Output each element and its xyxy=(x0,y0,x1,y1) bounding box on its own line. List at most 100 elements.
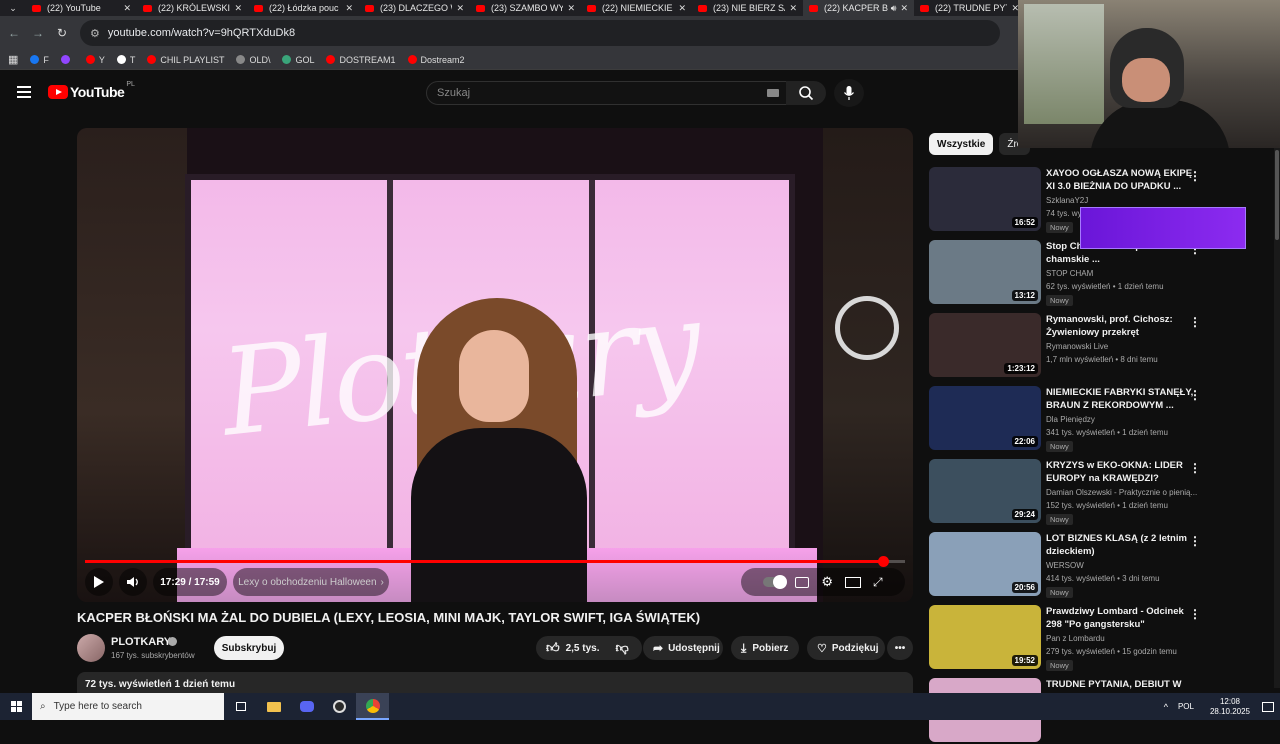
bookmark-item[interactable]: GOL xyxy=(282,55,314,65)
browser-tab[interactable]: (23) NIE BIERZ SA ✕ xyxy=(692,0,803,16)
progress-scrubber[interactable] xyxy=(877,556,889,567)
search-button[interactable] xyxy=(786,81,826,105)
theater-mode-icon[interactable] xyxy=(845,576,862,588)
download-button[interactable]: ⤓ Pobierz xyxy=(731,636,799,660)
browser-tab[interactable]: (22) KRÓLEWSKIE ✕ xyxy=(137,0,248,16)
like-icon[interactable]: 👍︎ xyxy=(546,640,560,656)
taskbar-search[interactable]: ⌕ Type here to search xyxy=(32,693,224,720)
recommended-title[interactable]: KRYZYS w EKO-OKNA: LIDER EUROPY na KRAWĘ… xyxy=(1046,459,1194,485)
more-vertical-icon[interactable]: ⋮ xyxy=(1189,388,1201,402)
recommended-channel[interactable]: WERSOW xyxy=(1046,561,1084,570)
more-actions-button[interactable]: ••• xyxy=(887,636,913,660)
more-vertical-icon[interactable]: ⋮ xyxy=(1189,461,1201,475)
close-tab-icon[interactable]: ✕ xyxy=(345,3,353,14)
address-bar[interactable]: ⚙ youtube.com/watch?v=9hQRTXduDk8 xyxy=(80,20,1000,46)
video-thumbnail[interactable]: 1:23:12 xyxy=(929,313,1041,377)
close-tab-icon[interactable]: ✕ xyxy=(789,3,797,14)
file-explorer-icon[interactable] xyxy=(257,693,290,720)
subtitles-icon[interactable] xyxy=(795,576,810,588)
recommended-title[interactable]: NIEMIECKIE FABRYKI STANĘŁY, BRAUN Z REKO… xyxy=(1046,386,1194,412)
recommended-video[interactable]: 19:52 Prawdziwy Lombard - Odcinek 298 "Po… xyxy=(929,605,1274,671)
close-tab-icon[interactable]: ✕ xyxy=(678,3,686,14)
more-vertical-icon[interactable]: ⋮ xyxy=(1189,607,1201,621)
video-thumbnail[interactable]: 20:56 xyxy=(929,532,1041,596)
subscribe-button[interactable]: Subskrybuj xyxy=(214,636,284,660)
browser-tab[interactable]: (22) TRUDNE PYTA✕ xyxy=(914,0,1025,16)
bookmark-item[interactable]: DOSTREAM1 xyxy=(326,55,396,65)
back-icon[interactable]: ← xyxy=(2,26,26,40)
recommended-channel[interactable]: Damian Olszewski - Praktycznie o pienią.… xyxy=(1046,488,1197,497)
close-tab-icon[interactable]: ✕ xyxy=(234,3,242,14)
bookmark-item[interactable]: OLD\ xyxy=(236,55,270,65)
search-input[interactable]: Szukaj xyxy=(426,81,790,105)
browser-tab[interactable]: (22) NIEMIECKIE F ✕ xyxy=(581,0,692,16)
chapter-button[interactable]: Lexy o obchodzeniu Halloween › xyxy=(233,568,389,596)
browser-tab[interactable]: (22) KACPER B 🔊︎ ✕ xyxy=(803,0,914,16)
thanks-button[interactable]: ♡ Podziękuj xyxy=(807,636,885,660)
recommended-channel[interactable]: Dla Pieniędzy xyxy=(1046,415,1095,424)
scrollbar-thumb[interactable] xyxy=(1275,150,1279,240)
fullscreen-icon[interactable]: ⤢ xyxy=(873,575,883,590)
site-info-icon[interactable]: ⚙ xyxy=(90,27,100,40)
close-tab-icon[interactable]: ✕ xyxy=(456,3,464,14)
recommended-video[interactable]: 29:24 KRYZYS w EKO-OKNA: LIDER EUROPY na … xyxy=(929,459,1274,525)
chip-all[interactable]: Wszystkie xyxy=(929,133,994,155)
tray-chevron-icon[interactable]: ^ xyxy=(1164,702,1168,712)
bookmark-item[interactable]: Y xyxy=(85,55,105,65)
recommended-video[interactable]: 1:23:12 Rymanowski, prof. Cichosz: Żywien… xyxy=(929,313,1274,379)
browser-tab[interactable]: (23) DLACZEGO W ✕ xyxy=(359,0,470,16)
share-button[interactable]: ➦ Udostępnij xyxy=(643,636,723,660)
autoplay-toggle[interactable] xyxy=(763,575,788,589)
browser-tab[interactable]: (23) SZAMBO WY ✕ xyxy=(470,0,581,16)
progress-bar[interactable] xyxy=(85,556,905,567)
play-button[interactable] xyxy=(85,568,113,596)
start-button[interactable] xyxy=(0,693,32,720)
channel-name[interactable]: PLOTKARY xyxy=(111,636,171,648)
bookmark-item[interactable] xyxy=(60,55,74,64)
video-thumbnail[interactable]: 22:06 xyxy=(929,386,1041,450)
chrome-icon[interactable] xyxy=(356,693,389,720)
recommended-title[interactable]: LOT BIZNES KLASĄ (z 2 letnim dzieckiem) xyxy=(1046,532,1194,558)
task-view-icon[interactable] xyxy=(224,693,257,720)
reload-icon[interactable]: ↻ xyxy=(50,26,74,40)
apps-icon[interactable]: ▦ xyxy=(8,53,18,66)
recommended-channel[interactable]: STOP CHAM xyxy=(1046,269,1093,278)
like-count[interactable]: 2,5 tys. xyxy=(566,643,600,654)
video-thumbnail[interactable]: 19:52 xyxy=(929,605,1041,669)
keyboard-icon[interactable] xyxy=(767,89,779,97)
clock[interactable]: 12:08 28.10.2025 xyxy=(1210,697,1250,717)
close-tab-icon[interactable]: ✕ xyxy=(900,3,908,14)
notifications-icon[interactable] xyxy=(1262,701,1274,712)
dislike-icon[interactable]: 👎︎ xyxy=(616,640,629,656)
more-vertical-icon[interactable]: ⋮ xyxy=(1189,315,1201,329)
language-indicator[interactable]: POL xyxy=(1178,702,1194,711)
channel-avatar[interactable] xyxy=(77,634,105,662)
recommended-title[interactable]: XAYOO OGŁASZA NOWĄ EKIPĘ XI 3.0 BIEŻNIA … xyxy=(1046,167,1194,193)
audio-icon[interactable]: 🔊︎ xyxy=(891,3,897,14)
settings-icon[interactable]: ⚙ xyxy=(821,574,833,590)
video-thumbnail[interactable]: 13:12 xyxy=(929,240,1041,304)
recommended-channel[interactable]: SzklanaY2J xyxy=(1046,196,1088,205)
obs-icon[interactable] xyxy=(323,693,356,720)
video-player[interactable]: Plotkary 17:29 / 17:59 Lexy o obchodzeni… xyxy=(77,128,913,602)
tab-search-icon[interactable]: ⌄ xyxy=(0,0,26,16)
volume-button[interactable] xyxy=(119,568,147,596)
video-thumbnail[interactable]: 29:24 xyxy=(929,459,1041,523)
browser-tab[interactable]: (22) YouTube ✕ xyxy=(26,0,137,16)
close-tab-icon[interactable]: ✕ xyxy=(567,3,575,14)
recommended-video[interactable]: 13:12Stop Cham - Niebezpieczne i chamski… xyxy=(929,240,1274,306)
recommended-video[interactable]: 22:06 NIEMIECKIE FABRYKI STANĘŁY, BRAUN Z… xyxy=(929,386,1274,452)
voice-search-button[interactable] xyxy=(834,79,864,107)
video-thumbnail[interactable]: 16:52 xyxy=(929,167,1041,231)
more-vertical-icon[interactable]: ⋮ xyxy=(1189,169,1201,183)
recommended-channel[interactable]: Pan z Lombardu xyxy=(1046,634,1105,643)
more-vertical-icon[interactable]: ⋮ xyxy=(1189,534,1201,548)
recommended-title[interactable]: Prawdziwy Lombard - Odcinek 298 "Po gang… xyxy=(1046,605,1194,631)
bookmark-item[interactable]: Dostream2 xyxy=(407,55,465,65)
bookmark-item[interactable]: F xyxy=(30,55,49,65)
discord-icon[interactable] xyxy=(290,693,323,720)
recommended-video[interactable]: 20:56 LOT BIZNES KLASĄ (z 2 letnim dzieck… xyxy=(929,532,1274,598)
recommended-title[interactable]: Rymanowski, prof. Cichosz: Żywieniowy pr… xyxy=(1046,313,1194,339)
forward-icon[interactable]: → xyxy=(26,26,50,40)
menu-icon[interactable] xyxy=(17,86,31,98)
